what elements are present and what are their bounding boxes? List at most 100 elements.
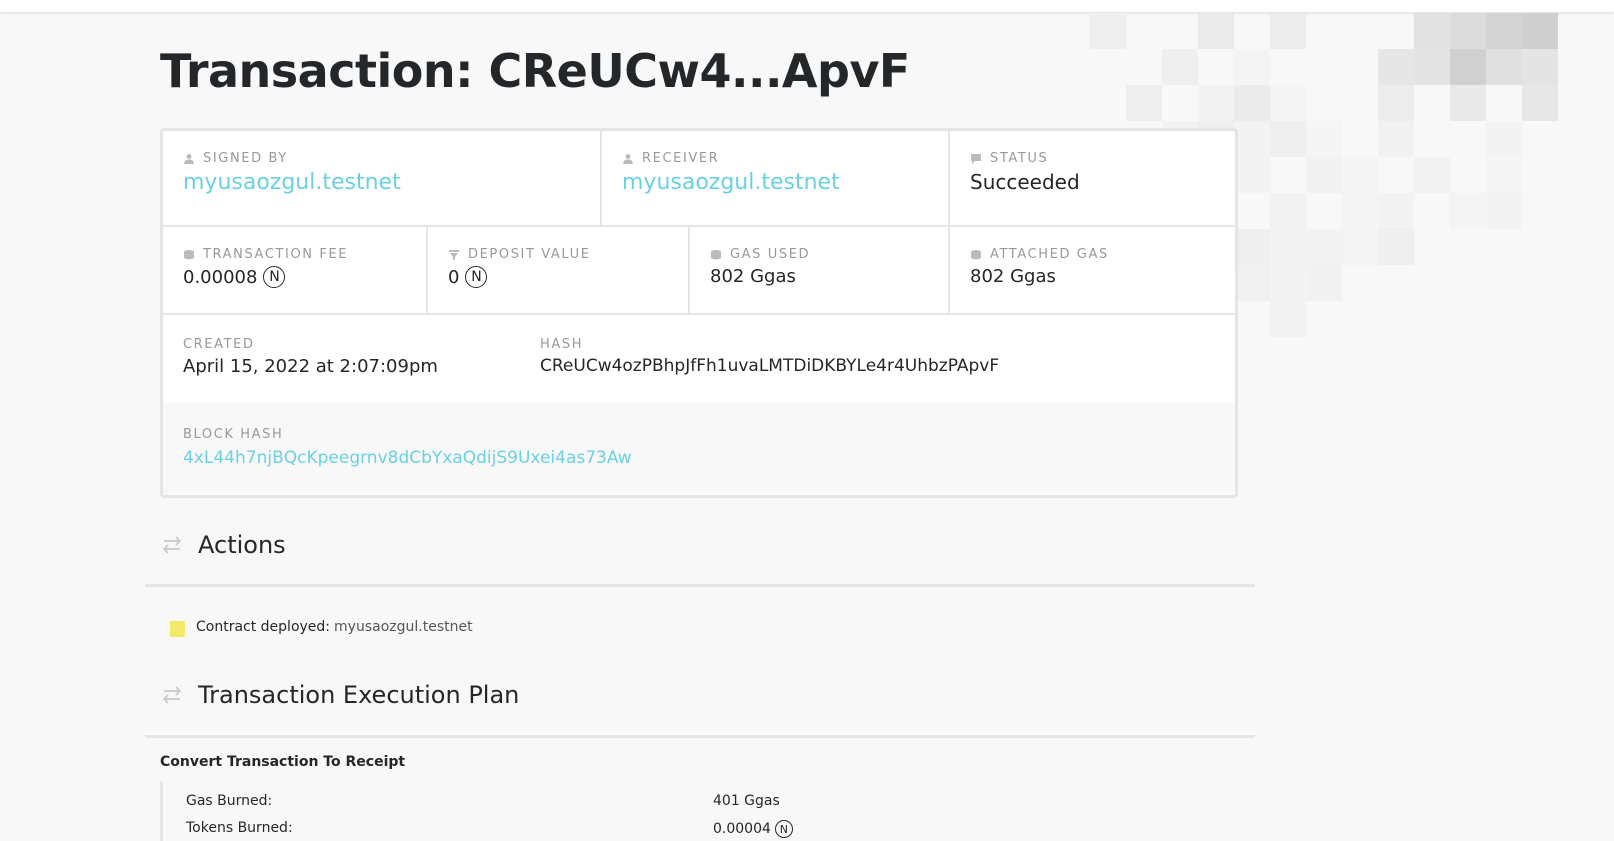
pattern-square: [1270, 13, 1306, 49]
pattern-square: [1378, 121, 1414, 157]
actions-section-header: Actions: [160, 531, 286, 559]
created-value: April 15, 2022 at 2:07:09pm: [183, 356, 438, 377]
block-hash-label: BLOCK HASH: [183, 427, 284, 442]
pattern-square: [1306, 265, 1342, 301]
pattern-square: [1450, 49, 1486, 85]
transaction-fee-value: 0.00008: [183, 266, 258, 288]
execution-step-title: Convert Transaction To Receipt: [160, 754, 406, 770]
near-token-icon: N: [465, 266, 488, 288]
deposit-value-cell: DEPOSIT VALUE 0 N: [428, 227, 690, 315]
gas-burned-key: Gas Burned:: [186, 793, 273, 809]
signed-by-label: SIGNED BY: [203, 151, 288, 166]
execution-step-bar: [160, 781, 163, 841]
pattern-square: [1486, 193, 1522, 229]
pattern-square: [1270, 265, 1306, 301]
pattern-square: [1270, 229, 1306, 265]
arrows-exchange-icon: [162, 536, 182, 554]
gas-used-cell: GAS USED 802 Ggas: [690, 227, 950, 315]
execution-plan-section-header: Transaction Execution Plan: [160, 681, 519, 709]
pattern-square: [1270, 301, 1306, 337]
action-label: Contract deployed:: [196, 619, 331, 635]
created-cell: CREATED April 15, 2022 at 2:07:09pm: [163, 315, 520, 403]
pattern-square: [1234, 157, 1270, 193]
coins-icon: [711, 249, 721, 259]
pattern-square: [1378, 193, 1414, 229]
pattern-square: [1486, 49, 1522, 85]
coins-icon: [971, 249, 981, 259]
transaction-fee-cell: TRANSACTION FEE 0.00008 N: [163, 227, 428, 315]
deposit-value-amount: 0: [448, 266, 460, 288]
pattern-square: [1522, 49, 1558, 85]
pattern-square: [1090, 13, 1126, 49]
pattern-square: [1414, 13, 1450, 49]
pattern-square: [1378, 49, 1414, 85]
gas-used-label: GAS USED: [730, 247, 811, 262]
pattern-square: [1342, 157, 1378, 193]
pattern-square: [1378, 85, 1414, 121]
tokens-burned-row: 0.00004 N: [713, 820, 793, 838]
pattern-square: [1234, 121, 1270, 157]
block-hash-cell: BLOCK HASH 4xL44h7njBQcKpeegrnv8dCbYxaQd…: [163, 403, 1235, 495]
pattern-square: [1378, 229, 1414, 265]
top-navbar: [0, 0, 1614, 12]
gas-burned-value: 401 Ggas: [713, 793, 780, 809]
receiver-cell: RECEIVER myusaozgul.testnet: [602, 131, 950, 227]
pattern-square: [1306, 229, 1342, 265]
pattern-square: [1270, 85, 1306, 121]
pattern-square: [1198, 13, 1234, 49]
near-token-icon: N: [263, 266, 286, 288]
pattern-square: [1486, 121, 1522, 157]
actions-divider: [145, 584, 1255, 587]
pattern-square: [1270, 193, 1306, 229]
pattern-square: [1198, 85, 1234, 121]
pattern-square: [1414, 157, 1450, 193]
attached-gas-cell: ATTACHED GAS 802 Ggas: [950, 227, 1235, 315]
action-item: Contract deployed: myusaozgul.testnet: [170, 617, 473, 637]
comment-icon: [971, 153, 981, 164]
transaction-overview-card: SIGNED BY myusaozgul.testnet RECEIVER my…: [160, 128, 1238, 498]
pattern-square: [1522, 13, 1558, 49]
action-target[interactable]: myusaozgul.testnet: [334, 619, 473, 635]
near-token-icon: N: [774, 820, 793, 838]
pattern-square: [1234, 49, 1270, 85]
tokens-burned-value: 0.00004: [713, 821, 771, 837]
pattern-square: [1306, 157, 1342, 193]
receiver-link[interactable]: myusaozgul.testnet: [622, 170, 928, 195]
status-label: STATUS: [990, 151, 1049, 166]
pattern-square: [1234, 229, 1270, 265]
pattern-square: [1234, 265, 1270, 301]
contract-file-icon: [170, 621, 185, 637]
pattern-square: [1234, 85, 1270, 121]
transaction-fee-label: TRANSACTION FEE: [203, 247, 349, 262]
page-title: Transaction: CReUCw4...ApvF: [160, 44, 910, 98]
hash-value: CReUCw4ozPBhpJfFh1uvaLMTDiDKBYLe4r4UhbzP…: [540, 356, 1000, 376]
pattern-square: [1306, 121, 1342, 157]
signed-by-link[interactable]: myusaozgul.testnet: [183, 170, 580, 195]
pattern-square: [1162, 49, 1198, 85]
execution-plan-divider: [145, 735, 1255, 738]
pattern-square: [1486, 157, 1522, 193]
pattern-square: [1342, 229, 1378, 265]
signed-by-cell: SIGNED BY myusaozgul.testnet: [163, 131, 602, 227]
hash-label: HASH: [540, 337, 584, 352]
deposit-value-label: DEPOSIT VALUE: [468, 247, 591, 262]
status-value: Succeeded: [970, 170, 1080, 194]
block-hash-link[interactable]: 4xL44h7njBQcKpeegrnv8dCbYxaQdijS9Uxei4as…: [183, 448, 1215, 468]
pattern-square: [1270, 121, 1306, 157]
filter-icon: [449, 249, 459, 260]
status-cell: STATUS Succeeded: [950, 131, 1235, 227]
pattern-square: [1450, 85, 1486, 121]
receiver-label: RECEIVER: [642, 151, 720, 166]
execution-plan-heading: Transaction Execution Plan: [198, 681, 520, 709]
pattern-square: [1414, 49, 1450, 85]
pattern-square: [1450, 13, 1486, 49]
tokens-burned-key: Tokens Burned:: [186, 820, 293, 836]
actions-heading: Actions: [198, 531, 286, 559]
user-icon: [184, 153, 194, 164]
coins-icon: [184, 249, 194, 259]
attached-gas-value: 802 Ggas: [970, 266, 1056, 287]
user-icon: [623, 153, 633, 164]
gas-used-value: 802 Ggas: [710, 266, 796, 287]
pattern-square: [1522, 85, 1558, 121]
pattern-square: [1126, 85, 1162, 121]
